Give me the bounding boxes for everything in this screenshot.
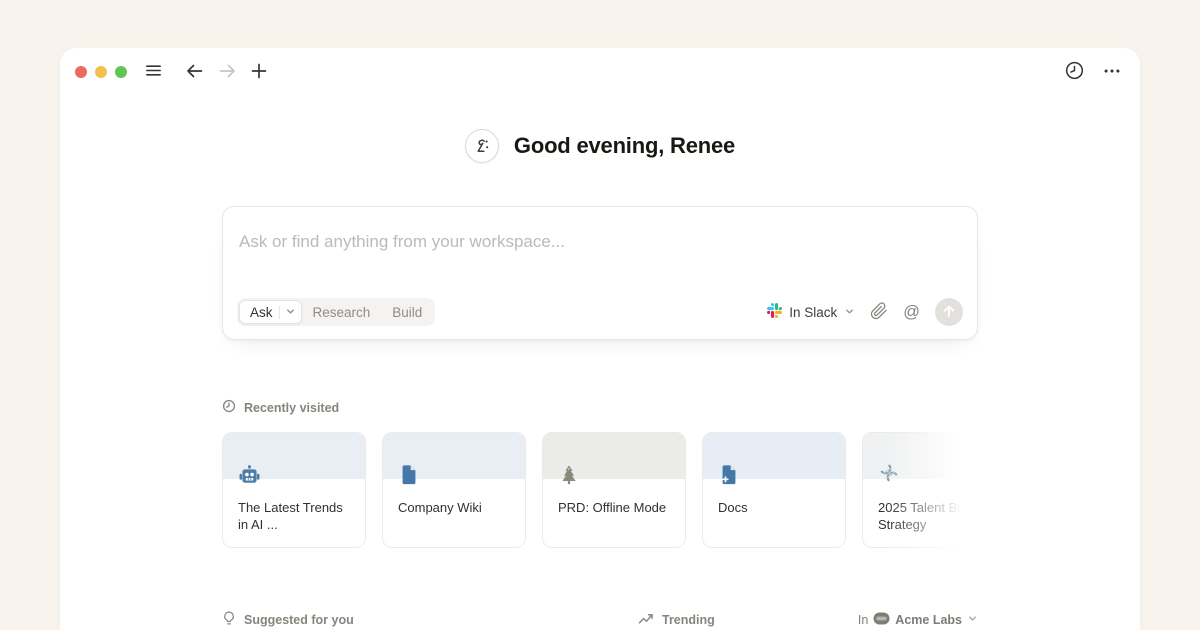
dna-icon xyxy=(878,464,901,487)
recently-visited-header: Recently visited xyxy=(222,399,978,416)
trending-icon xyxy=(638,612,654,628)
plus-icon xyxy=(249,61,269,84)
chevron-down-icon xyxy=(967,613,978,627)
scope-selector[interactable]: In Slack xyxy=(767,303,855,321)
mention-button[interactable]: @ xyxy=(903,304,920,321)
suggested-section: Suggested for you xyxy=(222,610,592,629)
mode-build-button[interactable]: Build xyxy=(381,300,433,324)
recent-card[interactable]: The Latest Trends in AI ... xyxy=(222,432,366,548)
close-window-button[interactable] xyxy=(75,66,87,78)
slack-logo-icon xyxy=(767,303,782,321)
ask-composer: Ask Research Build xyxy=(222,206,978,340)
history-button[interactable] xyxy=(1060,58,1088,86)
app-canvas: Good evening, Renee Ask Researc xyxy=(0,0,1200,630)
composer-toolbar: Ask Research Build xyxy=(237,298,963,326)
forward-button[interactable] xyxy=(213,58,241,86)
search-input[interactable] xyxy=(223,207,977,259)
recent-card[interactable]: 2025 Talent Brand Strategy xyxy=(862,432,978,548)
menu-icon xyxy=(144,61,163,83)
composer-right-tools: In Slack @ xyxy=(767,298,963,326)
chevron-down-icon xyxy=(285,305,296,320)
recent-card[interactable]: PRD: Offline Mode xyxy=(542,432,686,548)
page-title: Good evening, Renee xyxy=(514,133,735,159)
recent-card[interactable]: Company Wiki xyxy=(382,432,526,548)
ellipsis-icon xyxy=(1102,61,1122,84)
toolbar-right xyxy=(1060,58,1126,86)
back-button[interactable] xyxy=(181,58,209,86)
mode-research-button[interactable]: Research xyxy=(302,300,382,324)
clock-icon xyxy=(1064,60,1085,84)
window-controls xyxy=(75,66,127,78)
app-window: Good evening, Renee Ask Researc xyxy=(60,48,1140,630)
workspace-logo-icon xyxy=(873,612,890,628)
suggested-header: Suggested for you xyxy=(222,610,354,629)
window-toolbar xyxy=(60,48,1140,96)
workspace-selector[interactable]: In Acme Labs xyxy=(858,612,978,628)
ai-face-icon xyxy=(465,129,499,163)
lightbulb-icon xyxy=(222,610,236,629)
clock-small-icon xyxy=(222,399,236,416)
send-button[interactable] xyxy=(935,298,963,326)
zoom-window-button[interactable] xyxy=(115,66,127,78)
trending-section: Trending In Acme Labs xyxy=(608,610,978,629)
arrow-left-icon xyxy=(185,61,205,84)
arrow-right-icon xyxy=(217,61,237,84)
nav-buttons xyxy=(139,58,273,86)
pine-tree-icon xyxy=(558,464,581,487)
minimize-window-button[interactable] xyxy=(95,66,107,78)
mode-ask-button[interactable]: Ask xyxy=(239,300,302,324)
attach-file-button[interactable] xyxy=(870,302,888,323)
arrow-up-icon xyxy=(942,304,956,321)
chevron-down-icon xyxy=(844,305,855,320)
trending-header: Trending xyxy=(638,612,715,628)
document-plus-icon xyxy=(718,464,741,487)
paperclip-icon xyxy=(870,302,888,323)
mode-switcher: Ask Research Build xyxy=(237,298,435,326)
greeting-header: Good evening, Renee xyxy=(60,129,1140,163)
recently-visited-row: The Latest Trends in AI ... Company Wiki xyxy=(222,432,978,550)
robot-icon xyxy=(238,464,261,487)
bottom-sections: Suggested for you Trending In xyxy=(222,610,978,629)
document-icon xyxy=(398,464,421,487)
more-options-button[interactable] xyxy=(1098,58,1126,86)
new-tab-button[interactable] xyxy=(245,58,273,86)
sidebar-menu-button[interactable] xyxy=(139,58,167,86)
cards-track: The Latest Trends in AI ... Company Wiki xyxy=(222,432,978,548)
recent-card[interactable]: Docs xyxy=(702,432,846,548)
at-sign-icon: @ xyxy=(903,304,920,321)
